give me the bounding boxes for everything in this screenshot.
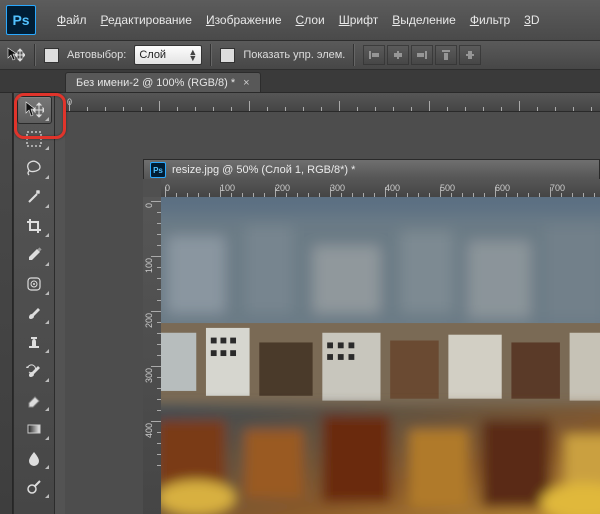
blur-tool[interactable]	[17, 444, 52, 472]
flyout-indicator-icon	[45, 378, 49, 382]
ruler-tick-label: 600	[495, 183, 510, 193]
menu-bar: Ps ФайлРедактированиеИзображениеСлоиШриф…	[0, 0, 600, 41]
ruler-tick-label: 300	[144, 368, 154, 383]
child-document-window[interactable]: Ps resize.jpg @ 50% (Слой 1, RGB/8*) * 0…	[143, 159, 600, 514]
close-icon[interactable]: ×	[243, 77, 249, 89]
flyout-indicator-icon	[45, 494, 49, 498]
dock-strip[interactable]	[0, 93, 13, 514]
ruler-tick-label: 0	[165, 183, 170, 193]
document-tab-title: Без имени-2 @ 100% (RGB/8) *	[76, 77, 235, 89]
history-brush-tool[interactable]	[17, 357, 52, 385]
menu-Шрифт[interactable]: Шрифт	[332, 10, 385, 30]
child-document-title: resize.jpg @ 50% (Слой 1, RGB/8*) *	[172, 164, 355, 176]
ruler-tick-label: 300	[330, 183, 345, 193]
autoselect-checkbox[interactable]	[44, 48, 59, 63]
flyout-indicator-icon	[45, 233, 49, 237]
ruler-tick-label: 200	[144, 313, 154, 328]
stamp-tool[interactable]	[17, 328, 52, 356]
document-tab[interactable]: Без имени-2 @ 100% (RGB/8) * ×	[65, 72, 261, 92]
flyout-indicator-icon	[45, 291, 49, 295]
main-area: 0 Ps resize.jpg @ 50% (Слой 1, RGB/8*) *…	[0, 93, 600, 514]
flyout-indicator-icon	[45, 465, 49, 469]
move-tool-icon	[6, 46, 26, 64]
healing-brush-tool[interactable]	[17, 270, 52, 298]
flyout-indicator-icon	[45, 175, 49, 179]
separator	[353, 44, 355, 66]
marquee-tool[interactable]	[17, 125, 52, 153]
autoselect-label: Автовыбор:	[67, 49, 126, 61]
separator	[210, 44, 212, 66]
align-left-button[interactable]	[363, 45, 385, 65]
flyout-indicator-icon	[45, 320, 49, 324]
separator	[34, 44, 36, 66]
align-center-h-button[interactable]	[387, 45, 409, 65]
align-right-button[interactable]	[411, 45, 433, 65]
ruler-tick-label: 400	[385, 183, 400, 193]
child-ruler-horizontal[interactable]: 0100200300400500600700800	[161, 179, 600, 198]
child-ruler-vertical[interactable]: 0 100 200 300 400	[143, 197, 162, 514]
ruler-tick-label: 100	[144, 258, 154, 273]
app-logo: Ps	[6, 5, 36, 35]
eyedropper-tool[interactable]	[17, 241, 52, 269]
ruler-tick-label: 500	[440, 183, 455, 193]
options-bar: Автовыбор: Слой ▲▼ Показать упр. элем.	[0, 41, 600, 70]
work-area: 0 Ps resize.jpg @ 50% (Слой 1, RGB/8*) *…	[65, 93, 600, 514]
app-logo-mini: Ps	[150, 162, 166, 178]
layer-dropdown[interactable]: Слой ▲▼	[134, 45, 202, 65]
flyout-indicator-icon	[45, 204, 49, 208]
flyout-indicator-icon	[45, 146, 49, 150]
ruler-tick-label: 700	[550, 183, 565, 193]
main-ruler-horizontal[interactable]: 0	[65, 93, 600, 112]
toolbox	[13, 93, 55, 514]
move-tool[interactable]	[17, 96, 52, 124]
menu-Фильтр[interactable]: Фильтр	[463, 10, 517, 30]
menu-Редактирование[interactable]: Редактирование	[94, 10, 199, 30]
menu-Файл[interactable]: Файл	[50, 10, 94, 30]
align-center-v-button[interactable]	[459, 45, 481, 65]
gradient-tool[interactable]	[17, 415, 52, 443]
align-top-button[interactable]	[435, 45, 457, 65]
magic-wand-tool[interactable]	[17, 183, 52, 211]
show-controls-label: Показать упр. элем.	[243, 49, 345, 61]
menu-3D[interactable]: 3D	[517, 10, 546, 30]
toolbox-wrapper	[0, 93, 65, 514]
dropdown-arrows-icon: ▲▼	[188, 49, 197, 61]
ruler-corner[interactable]	[143, 179, 162, 198]
ruler-tick-label: 100	[220, 183, 235, 193]
show-controls-checkbox[interactable]	[220, 48, 235, 63]
flyout-indicator-icon	[45, 262, 49, 266]
flyout-indicator-icon	[45, 117, 49, 121]
menu-items: ФайлРедактированиеИзображениеСлоиШрифтВы…	[50, 10, 547, 30]
align-button-group	[363, 45, 481, 65]
child-title-bar[interactable]: Ps resize.jpg @ 50% (Слой 1, RGB/8*) *	[143, 159, 600, 181]
crop-tool[interactable]	[17, 212, 52, 240]
menu-Выделение[interactable]: Выделение	[385, 10, 463, 30]
lasso-tool[interactable]	[17, 154, 52, 182]
menu-Слои[interactable]: Слои	[289, 10, 332, 30]
flyout-indicator-icon	[45, 349, 49, 353]
child-canvas[interactable]	[161, 197, 600, 514]
dodge-tool[interactable]	[17, 473, 52, 501]
document-tab-strip: Без имени-2 @ 100% (RGB/8) * ×	[0, 70, 600, 93]
document-image	[161, 197, 600, 514]
flyout-indicator-icon	[45, 407, 49, 411]
eraser-tool[interactable]	[17, 386, 52, 414]
layer-dropdown-value: Слой	[139, 49, 166, 61]
flyout-indicator-icon	[45, 436, 49, 440]
menu-Изображение[interactable]: Изображение	[199, 10, 289, 30]
ruler-tick-label: 0	[144, 203, 154, 208]
ruler-tick-label: 200	[275, 183, 290, 193]
brush-tool[interactable]	[17, 299, 52, 327]
ruler-tick-label: 400	[144, 423, 154, 438]
